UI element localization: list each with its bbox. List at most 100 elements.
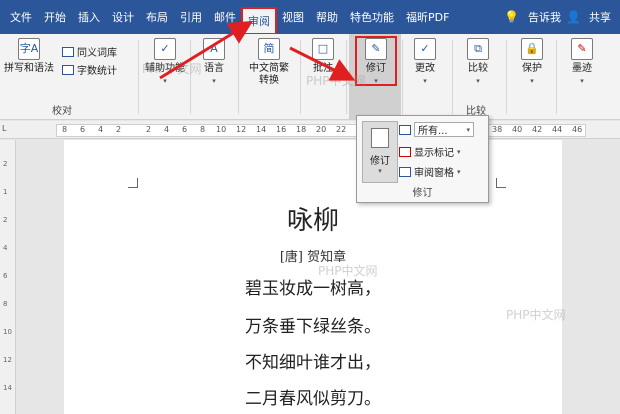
- protect-button[interactable]: 🔒 保护 ▾: [512, 38, 552, 87]
- chevron-down-icon: ▾: [423, 77, 427, 85]
- crop-mark: [128, 178, 138, 188]
- changes-button[interactable]: ✓ 更改 ▾: [407, 38, 443, 87]
- tab-home[interactable]: 开始: [38, 0, 72, 34]
- chevron-down-icon: ▾: [163, 77, 167, 85]
- horizontal-ruler[interactable]: L 8 6 4 2 2 4 6 8 10 12 14 16 18 20 22 3…: [0, 121, 620, 139]
- thesaurus-button[interactable]: 同义词库: [62, 44, 117, 59]
- review-pane-button[interactable]: 审阅窗格 ▾: [399, 164, 461, 179]
- vruler-number: 8: [3, 300, 8, 308]
- highlight-box: [355, 36, 397, 86]
- language-icon: A: [203, 38, 225, 60]
- ruler-number: 14: [256, 125, 267, 134]
- group-separator: [556, 40, 557, 114]
- crop-mark: [496, 178, 506, 188]
- ruler-number: 6: [182, 125, 188, 134]
- language-button[interactable]: A 语言 ▾: [196, 38, 232, 87]
- comment-button[interactable]: □ 批注: [304, 38, 342, 75]
- user-icon: 👤: [566, 10, 581, 24]
- ruler-number: 44: [552, 125, 563, 134]
- vruler-number: 4: [3, 244, 8, 252]
- vruler-number: 2: [3, 216, 8, 224]
- ruler-number: 22: [336, 125, 347, 134]
- group-separator: [346, 40, 347, 114]
- vruler-number: 6: [3, 272, 8, 280]
- tab-layout[interactable]: 布局: [140, 0, 174, 34]
- tab-selector[interactable]: L: [2, 124, 6, 133]
- ruler-number: 10: [216, 125, 227, 134]
- vertical-ruler[interactable]: 2 1 2 4 6 8 10 12 14: [0, 140, 16, 414]
- spelling-grammar-button[interactable]: 字A 拼写和语法: [4, 38, 54, 75]
- accessibility-icon: ✓: [154, 38, 176, 60]
- chevron-down-icon: ▾: [378, 167, 382, 175]
- track-changes-icon: [371, 128, 389, 148]
- chevron-down-icon: ▾: [476, 77, 480, 85]
- share-button[interactable]: 共享: [584, 0, 616, 34]
- chinese-conversion-button[interactable]: 简 中文简繁 转换: [242, 38, 296, 87]
- ribbon-tab-bar: 文件 开始 插入 设计 布局 引用 邮件 审阅 视图 帮助 特色功能 福昕PDF…: [0, 0, 620, 35]
- ruler-number: 38: [492, 125, 503, 134]
- compare-icon: ⧉: [467, 38, 489, 60]
- ruler-number: 46: [572, 125, 583, 134]
- chevron-down-icon: ▾: [457, 167, 461, 176]
- spellcheck-icon: 字A: [18, 38, 40, 60]
- poem-line: 碧玉妆成一树高，: [245, 279, 381, 299]
- chevron-down-icon: ▾: [530, 77, 534, 85]
- changes-icon: ✓: [414, 38, 436, 60]
- comment-icon: □: [312, 38, 334, 60]
- ruler-number: 8: [200, 125, 206, 134]
- lightbulb-icon: 💡: [504, 10, 520, 24]
- markup-level-select[interactable]: 所有... ▾: [399, 122, 474, 137]
- tab-foxit-pdf[interactable]: 福昕PDF: [400, 0, 455, 34]
- proofing-group-label: 校对: [52, 106, 72, 117]
- vruler-number: 14: [3, 384, 12, 392]
- ruler-number: 18: [296, 125, 307, 134]
- poem-line: 二月春风似剪刀。: [245, 389, 381, 409]
- ruler-number: 40: [512, 125, 523, 134]
- show-markup-icon: [399, 146, 411, 157]
- tell-me-button[interactable]: 告诉我: [523, 0, 566, 34]
- ruler-number: 2: [116, 125, 122, 134]
- chevron-down-icon: ▾: [466, 125, 470, 134]
- word-count-icon: [62, 64, 74, 75]
- poem-line: 万条垂下绿丝条。: [245, 317, 381, 337]
- thesaurus-icon: [62, 46, 74, 57]
- word-count-button[interactable]: 字数统计: [62, 62, 117, 77]
- compare-button[interactable]: ⧉ 比较 ▾: [458, 38, 498, 87]
- markup-select-box[interactable]: 所有... ▾: [414, 122, 474, 137]
- group-separator: [506, 40, 507, 114]
- ruler-number: 4: [164, 125, 170, 134]
- tab-file[interactable]: 文件: [4, 0, 38, 34]
- group-separator: [402, 40, 403, 114]
- tab-view[interactable]: 视图: [276, 0, 310, 34]
- vruler-number: 1: [3, 188, 8, 196]
- ruler-number: 12: [236, 125, 247, 134]
- group-separator: [452, 40, 453, 114]
- track-changes-split-button[interactable]: 修订 ▾: [362, 121, 398, 183]
- pen-icon: ✎: [571, 38, 593, 60]
- ruler-number: 6: [80, 125, 86, 134]
- chevron-down-icon: ▾: [457, 147, 461, 156]
- ruler-number: 42: [532, 125, 543, 134]
- tab-special[interactable]: 特色功能: [344, 0, 400, 34]
- accessibility-button[interactable]: ✓ 辅助功能 ▾: [142, 38, 188, 87]
- tab-review[interactable]: 审阅: [241, 7, 277, 35]
- poem-title: 咏柳: [286, 206, 339, 236]
- ruler-number: 16: [276, 125, 287, 134]
- tab-insert[interactable]: 插入: [72, 0, 106, 34]
- tab-references[interactable]: 引用: [174, 0, 208, 34]
- ruler-number: 20: [316, 125, 327, 134]
- tab-mailings[interactable]: 邮件: [208, 0, 242, 34]
- chevron-down-icon: ▾: [580, 77, 584, 85]
- group-separator: [138, 40, 139, 114]
- tab-design[interactable]: 设计: [106, 0, 140, 34]
- chevron-down-icon: ▾: [212, 77, 216, 85]
- ruler-number: 8: [62, 125, 68, 134]
- tab-help[interactable]: 帮助: [310, 0, 344, 34]
- group-separator: [300, 40, 301, 114]
- track-group-label: 修订: [412, 188, 433, 199]
- show-markup-button[interactable]: 显示标记 ▾: [399, 144, 461, 159]
- ink-button[interactable]: ✎ 墨迹 ▾: [562, 38, 602, 87]
- vruler-number: 10: [3, 328, 12, 336]
- ribbon-panel: 字A 拼写和语法 同义词库 字数统计 校对 ✓ 辅助功能 ▾ A 语言 ▾ 简 …: [0, 34, 620, 120]
- poem-author: [唐] 贺知章: [279, 250, 347, 265]
